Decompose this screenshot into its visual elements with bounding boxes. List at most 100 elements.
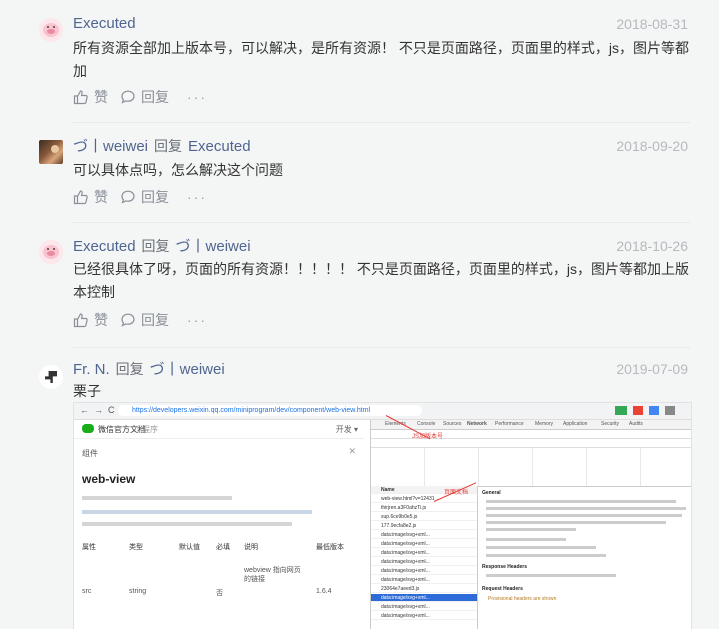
close-icon: ✕: [348, 446, 356, 456]
comment-line: 栗子: [73, 383, 101, 399]
detail-section: General: [482, 490, 501, 496]
request-row: web-view.html?v=12431: [371, 495, 477, 503]
comment-line: 所有资源全部加上版本号，可以解决，是所有资源！ 不只是页面路径，页面里的样式，j…: [73, 40, 689, 56]
detail-line: [486, 528, 576, 531]
request-row: data:image/svg+xml...: [371, 612, 477, 620]
comment-meta: Executed: [73, 13, 136, 35]
comment-panel: Executed 2018-08-31 所有资源全部加上版本号，可以解决，是所有…: [18, 0, 719, 629]
reply-word: 回复: [141, 238, 170, 254]
docs-site-sub: 小程序: [134, 425, 158, 434]
more-options-button[interactable]: ···: [187, 189, 207, 205]
detail-line: [486, 574, 616, 577]
like-button[interactable]: 赞: [73, 87, 108, 107]
devtools-filter-bar: [371, 439, 691, 448]
comment-bubble-icon: [121, 190, 135, 204]
reply-button[interactable]: 回复: [120, 310, 169, 330]
comment-actions: 赞 回复 ···: [73, 186, 207, 208]
username[interactable]: Fr. N.: [73, 361, 110, 378]
request-row: data:image/svg+xml...: [371, 540, 477, 548]
comment-text: 已经很具体了呀，页面的所有资源！！！！！ 不只是页面路径，页面里的样式，js，图…: [73, 258, 690, 304]
docs-table-cell: string: [129, 588, 147, 595]
detail-line: [486, 500, 676, 503]
like-button[interactable]: 赞: [73, 310, 108, 330]
comment-attachment-image[interactable]: ←→C https://developers.weixin.qq.com/min…: [73, 402, 692, 629]
comment-line: 已经很具体了呀，页面的所有资源！！！！！ 不只是页面路径，页面里的样式，js，图…: [73, 261, 689, 277]
reply-target-username[interactable]: Executed: [188, 138, 251, 155]
username[interactable]: Executed: [73, 15, 136, 32]
comment-item: Executed 回复 づ丨weiwei 2018-10-26 已经很具体了呀，页面…: [18, 223, 719, 348]
request-row: data:image/svg+xml...: [371, 567, 477, 575]
request-row: 23064e7aeed3.js: [371, 585, 477, 593]
comment-date: 2018-10-26: [616, 238, 688, 254]
docs-table-cell: 否: [216, 590, 223, 597]
detail-line: [486, 521, 666, 524]
browser-nav-icons: ←→C: [80, 405, 120, 415]
devtools-panel: Elements Console Sources Network Perform…: [370, 420, 691, 629]
detail-section: Request Headers: [482, 586, 523, 592]
annotation-label: JS加版本号: [412, 434, 444, 440]
comment-bubble-icon: [121, 313, 135, 327]
docs-table-header: 必填: [216, 544, 230, 551]
browser-extension-icons: [615, 406, 685, 415]
devtools-timeline: [371, 448, 691, 487]
request-row: data:image/svg+xml...: [371, 576, 477, 584]
avatar[interactable]: [39, 140, 63, 164]
annotation-label: 页面文档: [444, 490, 469, 496]
avatar[interactable]: [39, 365, 63, 389]
browser-url: https://developers.weixin.qq.com/minipro…: [118, 405, 422, 416]
docs-table-header: 类型: [129, 544, 143, 551]
comment-meta: Fr. N. 回复 づ丨weiwei: [73, 358, 225, 380]
detail-line: [486, 507, 686, 510]
detail-line: [486, 538, 566, 541]
devtools-tab: Application: [563, 421, 588, 427]
docs-text-line: [82, 496, 232, 500]
docs-text-line: [82, 522, 292, 526]
comment-item: Executed 2018-08-31 所有资源全部加上版本号，可以解决，是所有…: [18, 0, 719, 123]
request-row: sup.6ce9b0e5.js: [371, 513, 477, 521]
comment-text: 所有资源全部加上版本号，可以解决，是所有资源！ 不只是页面路径，页面里的样式，j…: [73, 37, 690, 83]
request-row: data:image/svg+xml...: [371, 603, 477, 611]
docs-table-header: 说明: [244, 544, 258, 551]
more-options-button[interactable]: ···: [187, 312, 207, 328]
docs-page: 微信官方文档 小程序 开发 ▾ 组件 ✕ web-view 属性 类型 默认值 …: [74, 420, 364, 629]
request-row: data:image/svg+xml...: [371, 549, 477, 557]
thumb-up-icon: [73, 90, 88, 105]
devtools-tab: Performance: [495, 421, 524, 427]
devtools-tab: Sources: [443, 421, 462, 427]
reply-target-username[interactable]: づ丨weiwei: [176, 238, 251, 255]
comment-date: 2019-07-09: [616, 361, 688, 377]
reply-word: 回复: [154, 138, 183, 154]
like-label: 赞: [94, 189, 108, 205]
detail-line: [486, 546, 596, 549]
docs-open-menu: 开发 ▾: [335, 425, 358, 434]
username[interactable]: づ丨weiwei: [73, 138, 148, 155]
like-button[interactable]: 赞: [73, 187, 108, 207]
comment-meta: Executed 回复 づ丨weiwei: [73, 235, 251, 257]
devtools-tab: Audits: [629, 421, 643, 427]
like-label: 赞: [94, 312, 108, 328]
comment-date: 2018-08-31: [616, 16, 688, 32]
avatar[interactable]: [39, 18, 63, 42]
reply-button[interactable]: 回复: [120, 187, 169, 207]
request-row: data:image/svg+xml...: [371, 558, 477, 566]
like-label: 赞: [94, 89, 108, 105]
docs-heading: web-view: [82, 472, 136, 486]
comment-line: 加: [73, 63, 87, 79]
more-options-button[interactable]: ···: [187, 89, 207, 105]
reply-word: 回复: [115, 361, 144, 377]
docs-table-cell: src: [82, 588, 92, 595]
detail-line: [486, 554, 606, 557]
comment-line: 可以具体点吗，怎么解决这个问题: [73, 162, 283, 178]
avatar[interactable]: [39, 240, 63, 264]
reply-target-username[interactable]: づ丨weiwei: [150, 361, 225, 378]
detail-note: Provisional headers are shown: [488, 596, 557, 602]
request-row: thirjren.a3F0ahzTi.js: [371, 504, 477, 512]
comment-text: 可以具体点吗，怎么解决这个问题: [73, 159, 690, 182]
docs-text-line: [82, 510, 312, 514]
comment-line: 本控制: [73, 284, 115, 300]
username[interactable]: Executed: [73, 238, 136, 255]
reply-button[interactable]: 回复: [120, 87, 169, 107]
comment-item: づ丨weiwei 回复 Executed 2018-09-20 可以具体点吗，怎么解…: [18, 123, 719, 223]
docs-header: 微信官方文档 小程序 开发 ▾: [74, 420, 364, 439]
request-row: data:image/svg+xml...: [371, 531, 477, 539]
